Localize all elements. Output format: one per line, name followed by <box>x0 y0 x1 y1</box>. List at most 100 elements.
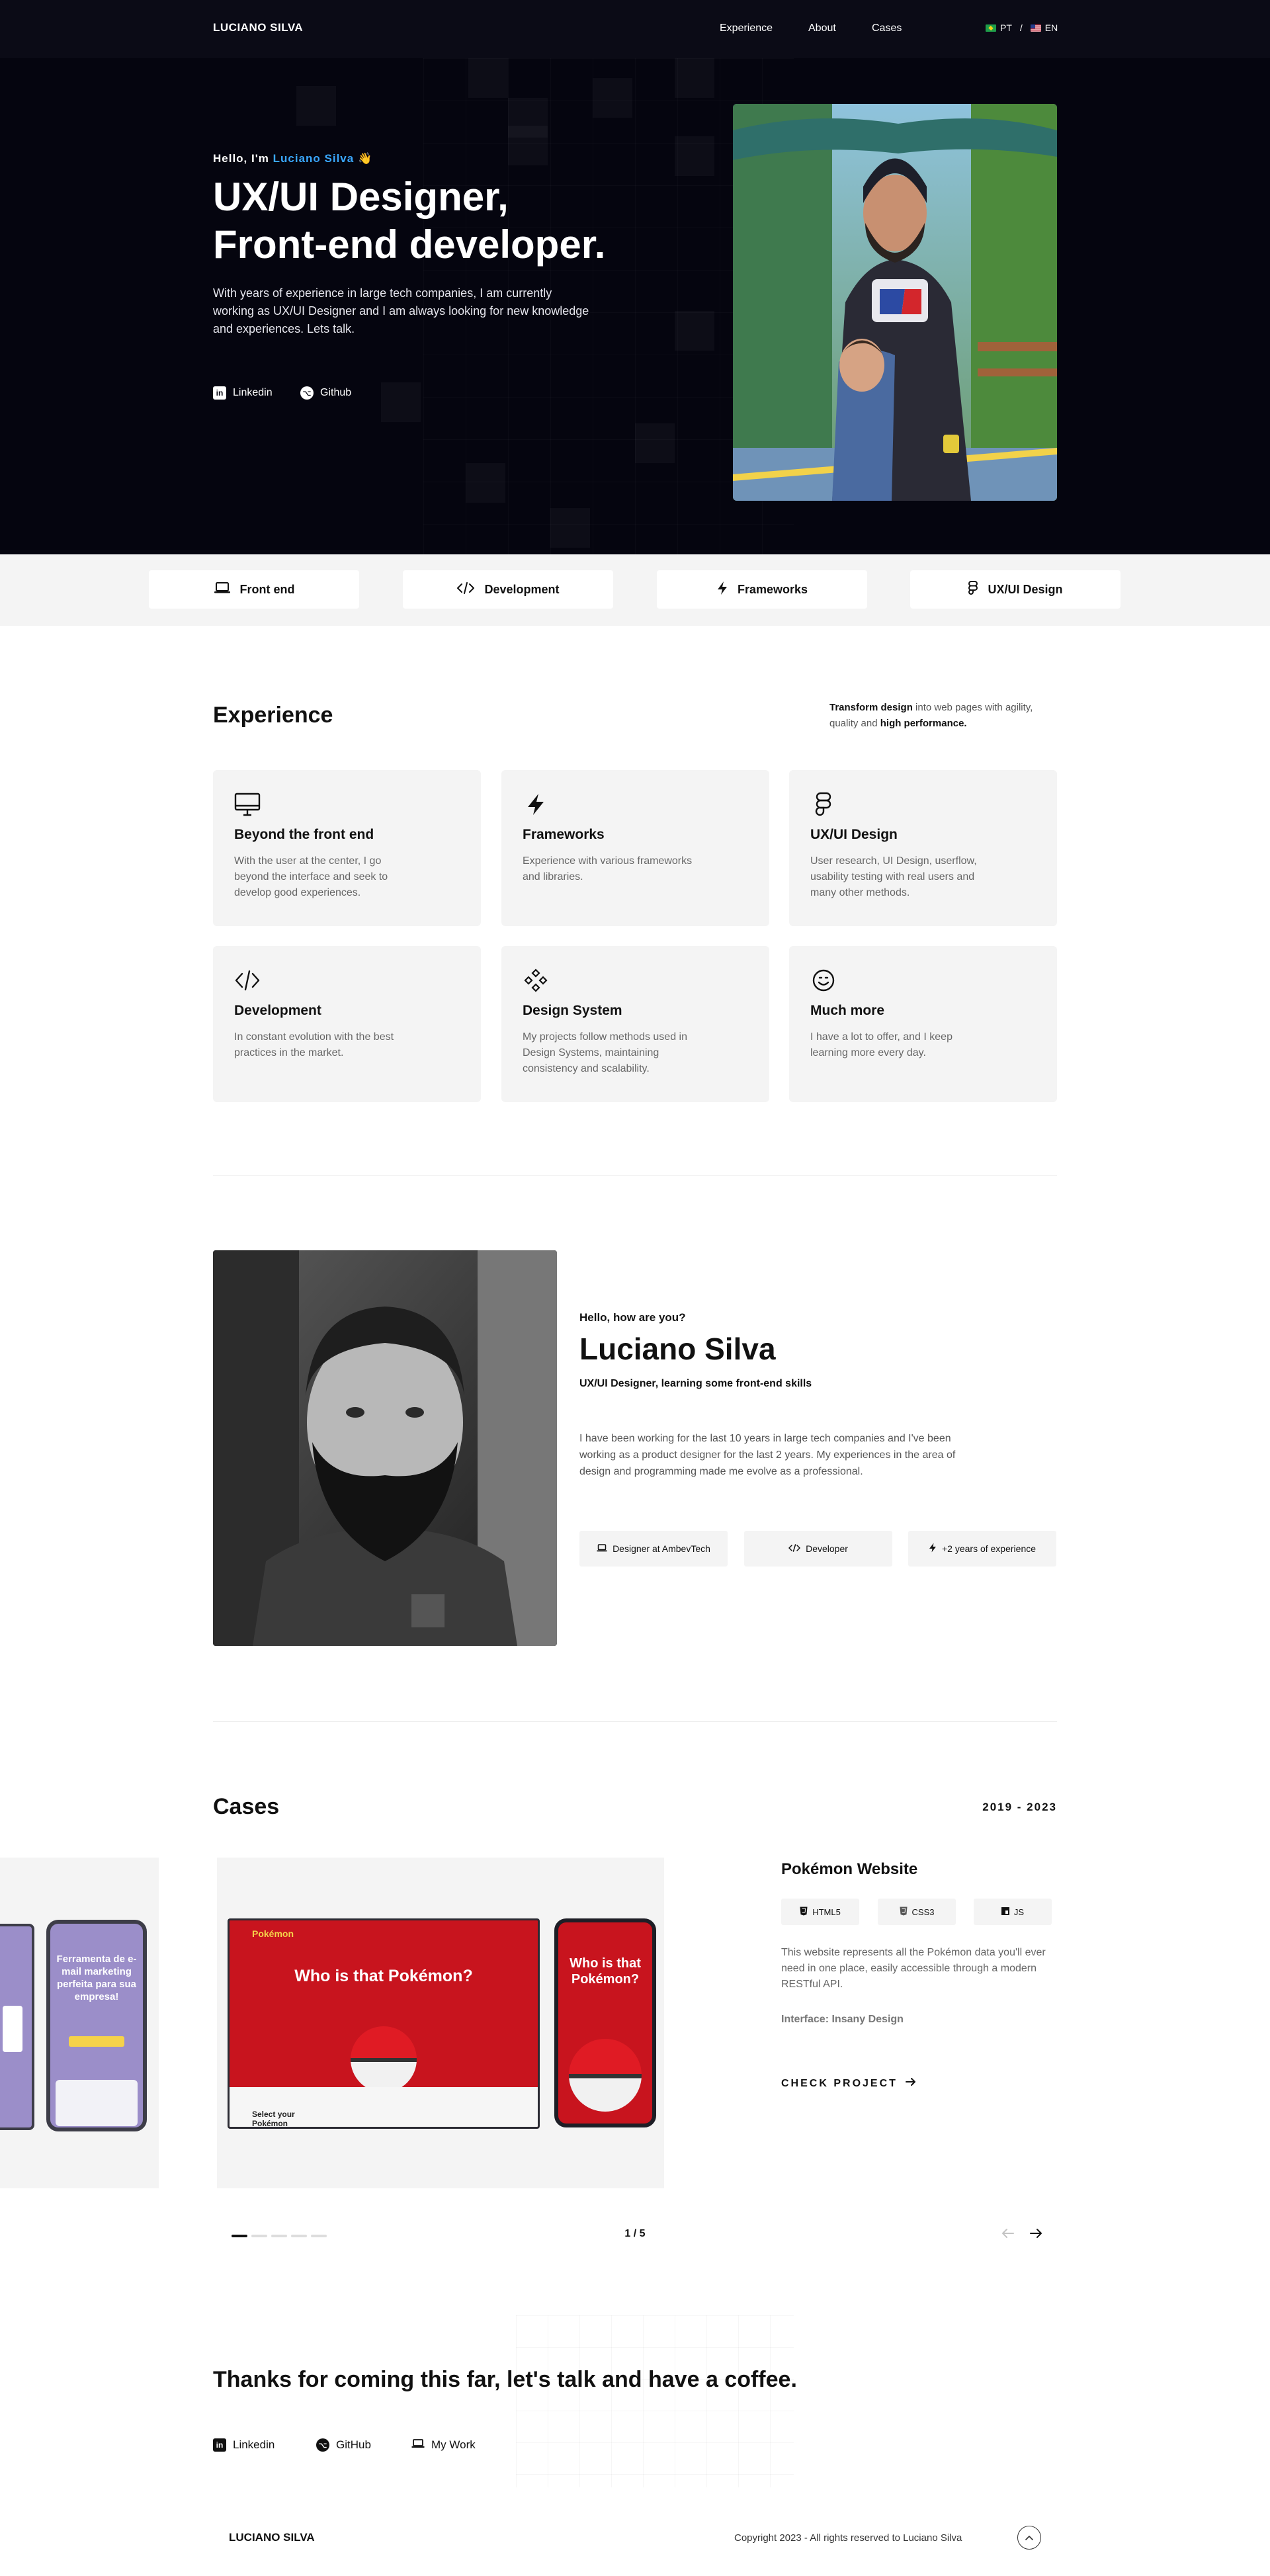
skill-chip-front-end[interactable]: Front end <box>149 570 359 609</box>
lightning-icon <box>929 1543 937 1555</box>
components-icon <box>523 967 549 994</box>
slider-dot[interactable] <box>291 2235 307 2237</box>
hero-github-link[interactable]: ⌥ Github <box>300 386 351 400</box>
case-slide-previous[interactable]: Ferramenta de e-mail marketing perfeita … <box>0 1858 159 2188</box>
skill-chip-development[interactable]: Development <box>403 570 613 609</box>
slider-dot[interactable] <box>271 2235 287 2237</box>
hero-bg-tile <box>675 58 714 98</box>
hero-bg-tile <box>635 423 675 463</box>
arrow-right-icon <box>905 2077 916 2090</box>
github-icon: ⌥ <box>316 2438 329 2452</box>
mock-phone-screen: Who is that Pokémon? <box>554 1918 656 2127</box>
hero-title-line2: Front-end developer. <box>213 222 606 267</box>
js-icon <box>1001 1907 1009 1917</box>
contact-link-label: My Work <box>431 2438 476 2451</box>
code-icon <box>788 1543 801 1554</box>
tech-label: HTML5 <box>812 1907 841 1917</box>
card-title: Design System <box>523 1003 622 1018</box>
card-title: Beyond the front end <box>234 827 374 842</box>
nav-link-experience[interactable]: Experience <box>720 22 773 34</box>
scroll-to-top-button[interactable] <box>1017 2526 1041 2550</box>
card-title: Much more <box>810 1003 885 1018</box>
about-hello: Hello, how are you? <box>579 1311 686 1324</box>
code-icon <box>234 967 261 994</box>
monitor-icon <box>234 791 261 818</box>
contact-mywork-link[interactable]: My Work <box>411 2438 476 2452</box>
contact-github-link[interactable]: ⌥ GitHub <box>316 2438 371 2452</box>
card-title: Development <box>234 1003 321 1018</box>
linkedin-icon: in <box>213 386 226 400</box>
lang-en-button[interactable]: EN <box>1045 22 1058 33</box>
prev-mock-title: Ferramenta de e-mail marketing perfeita … <box>56 1953 137 2002</box>
prev-mock-button <box>69 2036 124 2047</box>
skill-chip-uxui[interactable]: UX/UI Design <box>910 570 1121 609</box>
about-pill-job: Designer at AmbevTech <box>579 1531 728 1567</box>
hero-bg-tile <box>381 382 421 422</box>
lightning-icon <box>716 581 728 599</box>
hero-bg-tile <box>550 508 590 548</box>
experience-card: Design System My projects follow methods… <box>501 946 769 1102</box>
case-interface-credit: Interface: Insany Design <box>781 2014 904 2025</box>
skill-label: UX/UI Design <box>988 582 1063 596</box>
check-project-link[interactable]: CHECK PROJECT <box>781 2077 916 2090</box>
slider-dot[interactable] <box>232 2235 247 2237</box>
css3-icon <box>900 1907 908 1918</box>
hero-title-line1: UX/UI Designer, <box>213 175 509 219</box>
pill-label: Designer at AmbevTech <box>613 1543 710 1554</box>
github-icon: ⌥ <box>300 386 314 400</box>
card-description: My projects follow methods used in Desig… <box>523 1031 687 1074</box>
greeting-name: Luciano Silva <box>273 152 355 165</box>
lightning-icon <box>523 791 549 818</box>
footer-logo[interactable]: LUCIANO SILVA <box>229 2531 315 2544</box>
hero-greeting: Hello, I'm Luciano Silva 👋 <box>213 152 372 165</box>
card-description: With the user at the center, I go beyond… <box>234 855 388 898</box>
hero-linkedin-label: Linkedin <box>233 387 273 398</box>
us-flag-icon <box>1030 24 1041 32</box>
prev-mock-phone: Ferramenta de e-mail marketing perfeita … <box>46 1920 147 2131</box>
slider-next-button[interactable] <box>1029 2225 1042 2243</box>
tech-badge-css3: CSS3 <box>878 1899 956 1925</box>
tagline-bold-2: high performance. <box>880 718 967 729</box>
slider-prev-button[interactable] <box>1001 2225 1015 2243</box>
tech-badge-js: JS <box>974 1899 1052 1925</box>
arrow-right-icon <box>1030 2229 1042 2238</box>
lang-pt-button[interactable]: PT <box>1000 22 1012 33</box>
chevron-up-icon <box>1025 2536 1033 2540</box>
hero-linkedin-link[interactable]: in Linkedin <box>213 386 273 400</box>
figma-icon <box>810 791 837 818</box>
experience-card: Frameworks Experience with various frame… <box>501 770 769 926</box>
card-description: I have a lot to offer, and I keep learni… <box>810 1031 952 1058</box>
hero-title: UX/UI Designer, Front-end developer. <box>213 173 689 269</box>
case-slide-current[interactable]: Pokémon Who is that Pokémon? Select your… <box>217 1858 664 2188</box>
nav-link-about[interactable]: About <box>808 22 836 34</box>
arrow-left-icon <box>1002 2229 1014 2238</box>
slider-dot[interactable] <box>251 2235 267 2237</box>
hero-portrait-photo <box>733 104 1057 501</box>
hero-bg-tile <box>466 463 505 503</box>
nav-link-cases[interactable]: Cases <box>872 22 902 34</box>
case-project-name: Pokémon Website <box>781 1860 918 1878</box>
tech-label: JS <box>1013 1907 1025 1917</box>
skill-chip-frameworks[interactable]: Frameworks <box>657 570 867 609</box>
laptop-icon <box>214 581 231 597</box>
laptop-icon <box>597 1543 607 1554</box>
hero-bg-tile <box>593 78 632 118</box>
hero-description: With years of experience in large tech c… <box>213 286 589 335</box>
site-logo[interactable]: LUCIANO SILVA <box>213 21 303 34</box>
check-project-label: CHECK PROJECT <box>781 2077 898 2089</box>
skill-label: Frameworks <box>737 582 808 596</box>
experience-card: Development In constant evolution with t… <box>213 946 481 1102</box>
slider-pager: 1 / 5 <box>624 2228 646 2239</box>
contact-linkedin-link[interactable]: in Linkedin <box>213 2438 275 2452</box>
contact-link-label: Linkedin <box>233 2438 275 2451</box>
pill-label: +2 years of experience <box>941 1543 1037 1554</box>
pill-label: Developer <box>806 1543 848 1554</box>
experience-card: Much more I have a lot to offer, and I k… <box>789 946 1057 1102</box>
contact-grid-background <box>516 2315 794 2487</box>
cases-years: 2019 - 2023 <box>982 1801 1057 1813</box>
hero-bg-tile <box>468 58 508 98</box>
prev-mock-panel <box>56 2080 138 2126</box>
contact-link-label: GitHub <box>336 2438 371 2451</box>
experience-card: UX/UI Design User research, UI Design, u… <box>789 770 1057 926</box>
slider-dot[interactable] <box>311 2235 327 2237</box>
